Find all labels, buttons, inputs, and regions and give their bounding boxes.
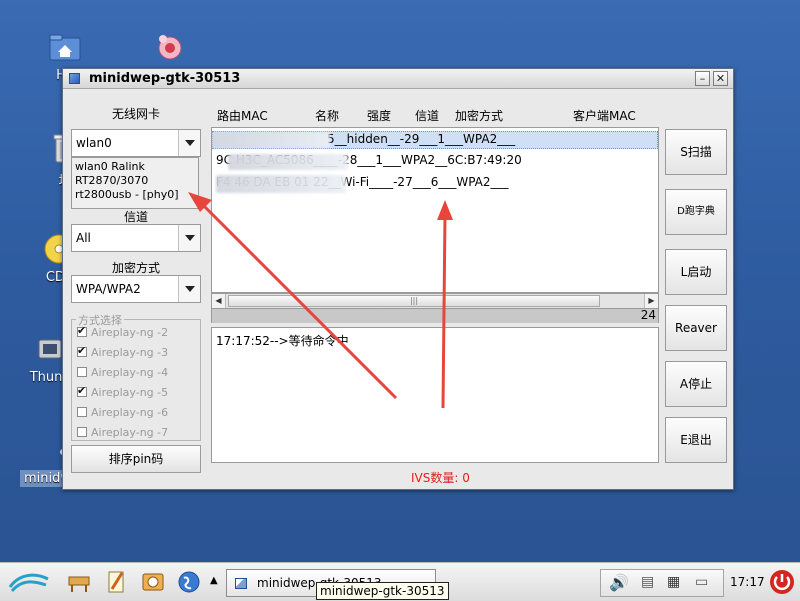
method-label: Aireplay-ng -6 bbox=[91, 406, 169, 419]
channel-select[interactable]: All bbox=[71, 224, 201, 252]
caret-up-icon[interactable]: ▲ bbox=[210, 575, 218, 586]
redaction-blur bbox=[212, 132, 330, 148]
network-list[interactable]: 5__hidden__-29___1___WPA2___ 9C H3C_AC50… bbox=[211, 127, 659, 293]
method-checkbox[interactable]: Aireplay-ng -5 bbox=[77, 384, 169, 404]
start-menu-icon[interactable] bbox=[6, 569, 52, 595]
wireless-card-select[interactable]: wlan0 bbox=[71, 129, 201, 157]
method-label: Aireplay-ng -2 bbox=[91, 326, 169, 339]
wireless-card-dropdown[interactable]: wlan0 Ralink RT2870/3070 rt2800usb - [ph… bbox=[71, 157, 199, 209]
dropdown-line: rt2800usb - [phy0] bbox=[75, 188, 179, 201]
exit-button[interactable]: E退出 bbox=[665, 417, 727, 463]
encryption-value: WPA/WPA2 bbox=[76, 282, 141, 296]
column-header[interactable]: 加密方式 bbox=[455, 107, 503, 124]
desktop-icon-app[interactable] bbox=[150, 30, 190, 64]
list-status-strip: 24 bbox=[211, 308, 659, 323]
power-icon[interactable] bbox=[768, 568, 796, 596]
scrollbar-thumb[interactable]: ||| bbox=[228, 295, 600, 307]
chevron-down-icon[interactable] bbox=[178, 225, 200, 251]
paint-app-icon bbox=[158, 35, 182, 60]
method-checkbox[interactable]: Aireplay-ng -3 bbox=[77, 344, 169, 364]
file-manager-icon[interactable] bbox=[66, 569, 92, 595]
dropdown-line: wlan0 Ralink bbox=[75, 160, 145, 173]
dictionary-button[interactable]: D跑字典 bbox=[665, 189, 727, 235]
image-viewer-icon[interactable] bbox=[140, 569, 166, 595]
printer-icon[interactable]: ▤ bbox=[641, 574, 654, 590]
home-folder-icon bbox=[49, 34, 81, 61]
method-label: Aireplay-ng -7 bbox=[91, 426, 169, 439]
ivs-count: IVS数量: 0 bbox=[411, 471, 470, 485]
battery-icon[interactable]: ▭ bbox=[695, 574, 708, 590]
text-editor-icon[interactable] bbox=[104, 569, 130, 595]
encryption-label: 加密方式 bbox=[111, 261, 160, 275]
checkbox-box[interactable] bbox=[77, 384, 87, 397]
list-horizontal-scrollbar[interactable]: ◀ ||| ▶ bbox=[211, 293, 659, 309]
app-window-icon bbox=[69, 73, 80, 84]
window-titlebar[interactable]: minidwep-gtk-30513 – ✕ bbox=[63, 69, 733, 89]
scan-button[interactable]: S扫描 bbox=[665, 129, 727, 175]
checkbox-box[interactable] bbox=[77, 367, 87, 377]
method-checkbox[interactable]: Aireplay-ng -2 bbox=[77, 324, 169, 344]
channel-label: 信道 bbox=[123, 210, 148, 224]
sort-pin-button[interactable]: 排序pin码 bbox=[71, 445, 201, 473]
log-line: 17:17:52-->等待命令中 bbox=[216, 334, 349, 348]
redaction-blur bbox=[228, 154, 348, 170]
checkbox-box[interactable] bbox=[77, 324, 87, 337]
method-checkbox[interactable]: Aireplay-ng -4 bbox=[77, 366, 168, 384]
web-browser-icon[interactable] bbox=[176, 569, 202, 595]
checkbox-box[interactable] bbox=[77, 344, 87, 357]
column-header[interactable]: 名称 bbox=[315, 107, 339, 124]
column-header[interactable]: 路由MAC bbox=[217, 107, 268, 124]
method-label: Aireplay-ng -4 bbox=[91, 366, 169, 379]
close-button[interactable]: ✕ bbox=[713, 71, 728, 86]
minidwep-window: minidwep-gtk-30513 – ✕ 无线网卡 wlan0 wlan0 … bbox=[62, 68, 734, 490]
column-header[interactable]: 客户端MAC bbox=[573, 107, 636, 124]
column-header[interactable]: 强度 bbox=[367, 107, 391, 124]
checkbox-box[interactable] bbox=[77, 407, 87, 417]
volume-icon[interactable]: 🔊 bbox=[609, 573, 629, 592]
network-icon[interactable]: ▦ bbox=[667, 574, 680, 590]
channel-value: All bbox=[76, 231, 91, 245]
redaction-blur bbox=[216, 175, 346, 193]
method-checkbox[interactable]: Aireplay-ng -6 bbox=[77, 406, 168, 424]
method-label: Aireplay-ng -3 bbox=[91, 346, 169, 359]
window-icon bbox=[235, 578, 247, 589]
stop-button[interactable]: A停止 bbox=[665, 361, 727, 407]
network-count: 24 bbox=[640, 308, 656, 322]
chevron-down-icon[interactable] bbox=[178, 276, 200, 302]
reaver-button[interactable]: Reaver bbox=[665, 305, 727, 351]
scroll-left-icon[interactable]: ◀ bbox=[212, 294, 226, 308]
taskbar-tooltip: minidwep-gtk-30513 bbox=[316, 582, 449, 600]
wireless-card-value: wlan0 bbox=[76, 136, 112, 150]
dropdown-line: RT2870/3070 bbox=[75, 174, 149, 187]
wireless-card-label: 无线网卡 bbox=[111, 107, 160, 121]
start-button[interactable]: L启动 bbox=[665, 249, 727, 295]
column-header[interactable]: 信道 bbox=[415, 107, 439, 124]
chevron-down-icon[interactable] bbox=[178, 130, 200, 156]
system-tray: 🔊 ▤ ▦ ▭ bbox=[600, 569, 724, 597]
window-title: minidwep-gtk-30513 bbox=[89, 71, 241, 86]
method-group: 方式选择 Aireplay-ng -2 Aireplay-ng -3 Airep… bbox=[71, 312, 201, 444]
method-label: Aireplay-ng -5 bbox=[91, 386, 169, 399]
minimize-button[interactable]: – bbox=[695, 71, 710, 86]
method-checkbox[interactable]: Aireplay-ng -7 bbox=[77, 426, 168, 444]
clock[interactable]: 17:17 bbox=[730, 575, 765, 589]
encryption-select[interactable]: WPA/WPA2 bbox=[71, 275, 201, 303]
log-output[interactable]: 17:17:52-->等待命令中 bbox=[211, 327, 659, 463]
checkbox-box[interactable] bbox=[77, 427, 87, 437]
scroll-right-icon[interactable]: ▶ bbox=[644, 294, 658, 308]
